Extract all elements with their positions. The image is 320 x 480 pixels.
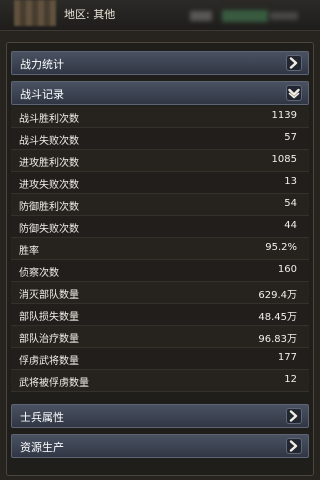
section-resource-production[interactable]: 资源生产 [11, 434, 309, 458]
stat-value: 44 [284, 220, 297, 231]
stat-row: 侦察次数 160 [11, 260, 309, 282]
stat-label: 部队损失数量 [19, 312, 79, 323]
stat-value: 54 [284, 198, 297, 209]
stat-label: 侦察次数 [19, 268, 59, 279]
stat-value: 1085 [271, 154, 297, 165]
stat-label: 防御胜利次数 [19, 202, 79, 213]
chevron-right-icon [286, 55, 302, 71]
stat-value: 48.45万 [258, 312, 297, 323]
stat-row: 战斗失败次数 57 [11, 128, 309, 150]
stat-row: 俘虏武将数量 177 [11, 348, 309, 370]
section-label: 战斗记录 [20, 88, 64, 101]
stat-label: 进攻失败次数 [19, 180, 79, 191]
stat-value: 12 [284, 374, 297, 385]
chevron-down-icon [286, 85, 302, 101]
stat-row: 部队损失数量 48.45万 [11, 304, 309, 326]
stat-row: 武将被俘虏数量 12 [11, 370, 309, 392]
stat-label: 战斗失败次数 [19, 136, 79, 147]
stat-row: 部队治疗数量 96.83万 [11, 326, 309, 348]
stat-row: 进攻胜利次数 1085 [11, 150, 309, 172]
stat-label: 战斗胜利次数 [19, 114, 79, 125]
stat-label: 进攻胜利次数 [19, 158, 79, 169]
stat-value: 57 [284, 132, 297, 143]
stat-value: 629.4万 [258, 290, 297, 301]
stat-label: 防御失败次数 [19, 224, 79, 235]
stats-panel: 战力统计 战斗记录 战斗胜利次数 1139 战斗失败次数 57 进攻胜利次数 1085 进攻… [6, 42, 314, 476]
stat-label: 消灭部队数量 [19, 290, 79, 301]
section-battle-record[interactable]: 战斗记录 [11, 81, 309, 105]
blurred-info [222, 10, 268, 22]
stat-value: 1139 [271, 110, 297, 121]
stat-label: 胜率 [19, 246, 39, 257]
stat-row: 防御胜利次数 54 [11, 194, 309, 216]
stat-row: 消灭部队数量 629.4万 [11, 282, 309, 304]
player-avatar[interactable] [14, 0, 56, 26]
section-combat-power[interactable]: 战力统计 [11, 51, 309, 75]
stat-row: 防御失败次数 44 [11, 216, 309, 238]
stat-row: 进攻失败次数 13 [11, 172, 309, 194]
blurred-info [270, 12, 298, 20]
section-label: 士兵属性 [20, 411, 64, 424]
stat-value: 177 [277, 352, 297, 363]
stat-row: 战斗胜利次数 1139 [11, 106, 309, 128]
stat-label: 部队治疗数量 [19, 334, 79, 345]
screen: 地区: 其他 战力统计 战斗记录 战斗胜利次数 1139 战斗失败次数 57 进攻胜利次… [0, 0, 320, 480]
stat-label: 武将被俘虏数量 [19, 378, 89, 389]
stat-label: 俘虏武将数量 [19, 356, 79, 367]
chevron-right-icon [286, 408, 302, 424]
region-label: 地区: 其他 [64, 8, 116, 21]
stat-value: 95.2% [265, 242, 297, 253]
section-label: 战力统计 [20, 58, 64, 71]
stat-value: 13 [284, 176, 297, 187]
battle-stats-list: 战斗胜利次数 1139 战斗失败次数 57 进攻胜利次数 1085 进攻失败次数 13 防御胜利… [11, 106, 309, 392]
stat-value: 160 [277, 264, 297, 275]
stat-value: 96.83万 [258, 334, 297, 345]
stat-row: 胜率 95.2% [11, 238, 309, 260]
blurred-info [190, 11, 212, 21]
top-bar: 地区: 其他 [0, 0, 320, 31]
section-label: 资源生产 [20, 441, 64, 454]
section-soldier-attributes[interactable]: 士兵属性 [11, 404, 309, 428]
chevron-right-icon [286, 438, 302, 454]
